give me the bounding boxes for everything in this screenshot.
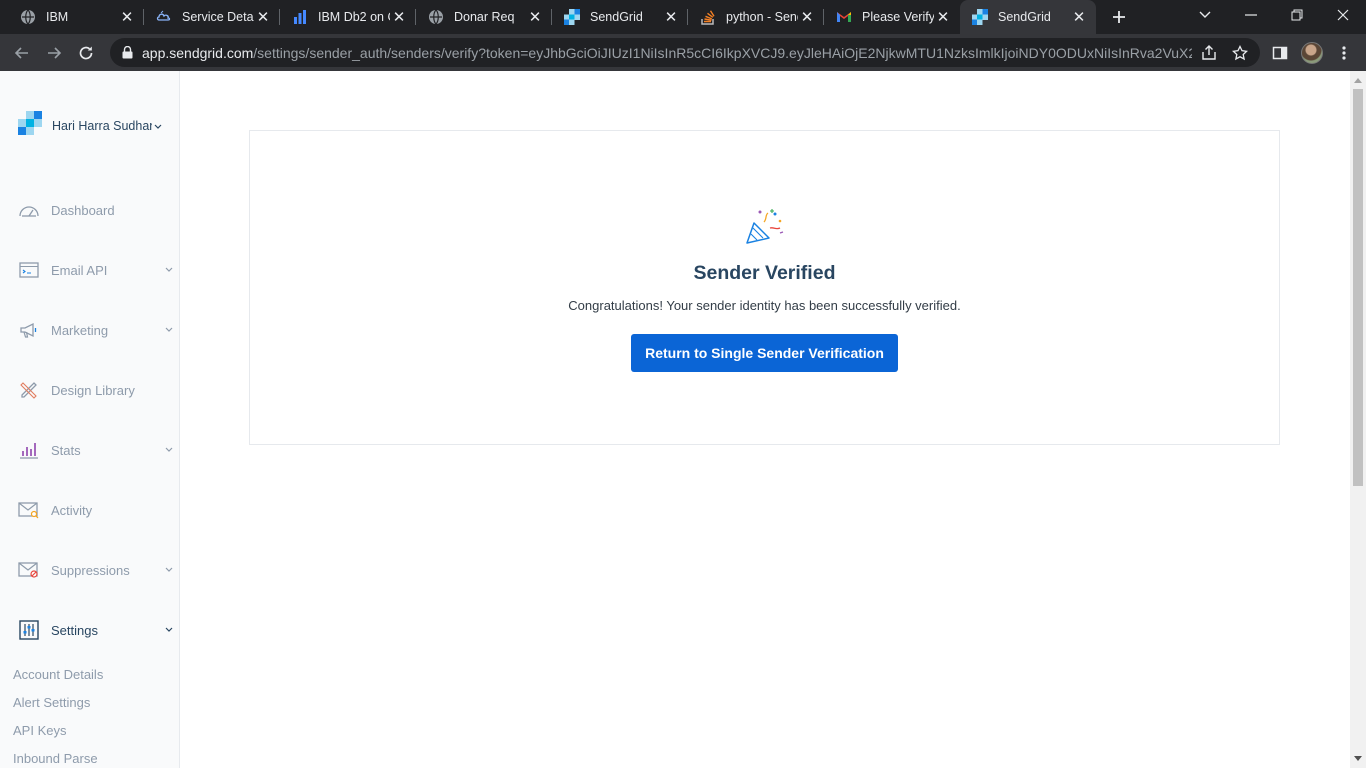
browser-tab[interactable]: python - Send ✕ bbox=[688, 0, 824, 34]
sidebar-item-stats[interactable]: Stats bbox=[18, 438, 174, 462]
profile-avatar[interactable] bbox=[1300, 41, 1324, 65]
sidebar-item-label: Email API bbox=[51, 262, 108, 278]
sidebar-item-marketing[interactable]: Marketing bbox=[18, 318, 174, 342]
browser-tab-active[interactable]: SendGrid ✕ bbox=[960, 0, 1096, 34]
chevron-down-icon bbox=[164, 327, 174, 333]
tab-title: Please Verify bbox=[862, 10, 934, 24]
account-name: Hari Harra Sudhan bbox=[52, 118, 152, 133]
browser-toolbar: app.sendgrid.com/settings/sender_auth/se… bbox=[0, 34, 1366, 71]
sliders-icon bbox=[18, 619, 40, 641]
sidebar: Hari Harra Sudhan Dashboard Email API Ma… bbox=[0, 71, 180, 768]
return-to-single-sender-verification-button[interactable]: Return to Single Sender Verification bbox=[631, 334, 898, 372]
browser-tab[interactable]: IBM Db2 on Cloud ✕ bbox=[280, 0, 416, 34]
restore-icon[interactable] bbox=[1274, 0, 1320, 30]
sidebar-item-label: Settings bbox=[51, 622, 98, 638]
address-bar[interactable]: app.sendgrid.com/settings/sender_auth/se… bbox=[110, 38, 1260, 67]
close-icon[interactable]: ✕ bbox=[1070, 8, 1088, 26]
page-content: Hari Harra Sudhan Dashboard Email API Ma… bbox=[0, 71, 1366, 768]
gmail-icon bbox=[836, 9, 852, 25]
sidebar-item-dashboard[interactable]: Dashboard bbox=[18, 198, 174, 222]
share-icon[interactable] bbox=[1200, 44, 1218, 62]
code-window-icon bbox=[18, 259, 40, 281]
close-icon[interactable]: ✕ bbox=[662, 8, 680, 26]
browser-tab[interactable]: Donar Req ✕ bbox=[416, 0, 552, 34]
close-icon[interactable]: ✕ bbox=[934, 8, 952, 26]
close-icon[interactable]: ✕ bbox=[526, 8, 544, 26]
sidebar-subitem-inbound-parse[interactable]: Inbound Parse bbox=[13, 751, 98, 766]
party-popper-icon bbox=[744, 206, 786, 246]
browser-tab[interactable]: IBM ✕ bbox=[8, 0, 144, 34]
sidebar-subitem-account-details[interactable]: Account Details bbox=[13, 667, 103, 682]
chevron-down-icon bbox=[164, 447, 174, 453]
globe-icon bbox=[428, 9, 444, 25]
tab-title: Donar Req bbox=[454, 10, 515, 24]
close-icon[interactable]: ✕ bbox=[390, 8, 408, 26]
pencil-ruler-icon bbox=[18, 379, 40, 401]
gauge-icon bbox=[18, 199, 40, 221]
side-panel-icon[interactable] bbox=[1268, 41, 1292, 65]
db2-chart-icon bbox=[292, 9, 308, 25]
forward-button[interactable] bbox=[41, 40, 67, 66]
url-text: app.sendgrid.com/settings/sender_auth/se… bbox=[142, 44, 1192, 61]
envelope-block-icon bbox=[18, 559, 40, 581]
close-window-icon[interactable] bbox=[1320, 0, 1366, 30]
bar-chart-icon bbox=[18, 439, 40, 461]
menu-kebab-icon[interactable] bbox=[1332, 41, 1356, 65]
tab-title: SendGrid bbox=[590, 10, 643, 24]
tab-search-icon[interactable] bbox=[1182, 0, 1228, 30]
minimize-icon[interactable] bbox=[1228, 0, 1274, 30]
bookmark-star-icon[interactable] bbox=[1231, 44, 1249, 62]
sendgrid-logo-icon bbox=[18, 111, 42, 140]
scrollbar-thumb[interactable] bbox=[1353, 89, 1363, 486]
close-icon[interactable]: ✕ bbox=[798, 8, 816, 26]
chevron-down-icon bbox=[164, 567, 174, 573]
chevron-down-icon bbox=[164, 267, 174, 273]
reload-button[interactable] bbox=[73, 40, 99, 66]
sidebar-item-label: Dashboard bbox=[51, 202, 115, 218]
tab-title: python - Send bbox=[726, 10, 798, 24]
page-title: Sender Verified bbox=[693, 262, 836, 284]
sidebar-item-settings[interactable]: Settings bbox=[18, 618, 174, 642]
sidebar-subitem-api-keys[interactable]: API Keys bbox=[13, 723, 66, 738]
tab-title: IBM bbox=[46, 10, 69, 24]
browser-tab-strip: IBM ✕ Service Details ✕ IBM Db2 on Cloud… bbox=[0, 0, 1366, 34]
sidebar-item-label: Stats bbox=[51, 442, 81, 458]
cloud-icon bbox=[156, 9, 172, 25]
sidebar-item-email-api[interactable]: Email API bbox=[18, 258, 174, 282]
success-message: Congratulations! Your sender identity ha… bbox=[568, 298, 961, 313]
scroll-down-icon[interactable] bbox=[1354, 754, 1362, 762]
browser-tab[interactable]: Service Details ✕ bbox=[144, 0, 280, 34]
back-button[interactable] bbox=[9, 40, 35, 66]
sidebar-subitem-alert-settings[interactable]: Alert Settings bbox=[13, 695, 90, 710]
tab-title: Service Details bbox=[182, 10, 254, 24]
scroll-up-icon[interactable] bbox=[1354, 76, 1362, 84]
avatar bbox=[1301, 42, 1323, 64]
new-tab-button[interactable] bbox=[1108, 6, 1130, 28]
account-switcher[interactable]: Hari Harra Sudhan bbox=[18, 111, 162, 140]
sendgrid-icon bbox=[564, 9, 580, 25]
envelope-search-icon bbox=[18, 499, 40, 521]
close-icon[interactable]: ✕ bbox=[254, 8, 272, 26]
globe-icon bbox=[20, 9, 36, 25]
stackoverflow-icon bbox=[700, 9, 716, 25]
chevron-down-icon bbox=[164, 627, 174, 633]
sidebar-item-suppressions[interactable]: Suppressions bbox=[18, 558, 174, 582]
sidebar-item-label: Marketing bbox=[51, 322, 109, 338]
tab-title: SendGrid bbox=[998, 10, 1051, 24]
close-icon[interactable]: ✕ bbox=[118, 8, 136, 26]
browser-tab[interactable]: Please Verify ✕ bbox=[824, 0, 960, 34]
chevron-down-icon bbox=[154, 117, 162, 135]
sidebar-item-label: Suppressions bbox=[51, 562, 130, 578]
megaphone-icon bbox=[18, 319, 40, 341]
sidebar-item-activity[interactable]: Activity bbox=[18, 498, 174, 522]
tab-title: IBM Db2 on Cloud bbox=[318, 10, 390, 24]
sidebar-item-design-library[interactable]: Design Library bbox=[18, 378, 174, 402]
browser-tab[interactable]: SendGrid ✕ bbox=[552, 0, 688, 34]
sidebar-item-label: Design Library bbox=[51, 382, 135, 398]
page-scrollbar[interactable] bbox=[1350, 71, 1366, 768]
verification-card: Sender Verified Congratulations! Your se… bbox=[249, 130, 1280, 445]
sendgrid-icon bbox=[972, 9, 988, 25]
lock-icon[interactable] bbox=[120, 46, 134, 60]
sidebar-item-label: Activity bbox=[51, 502, 93, 518]
